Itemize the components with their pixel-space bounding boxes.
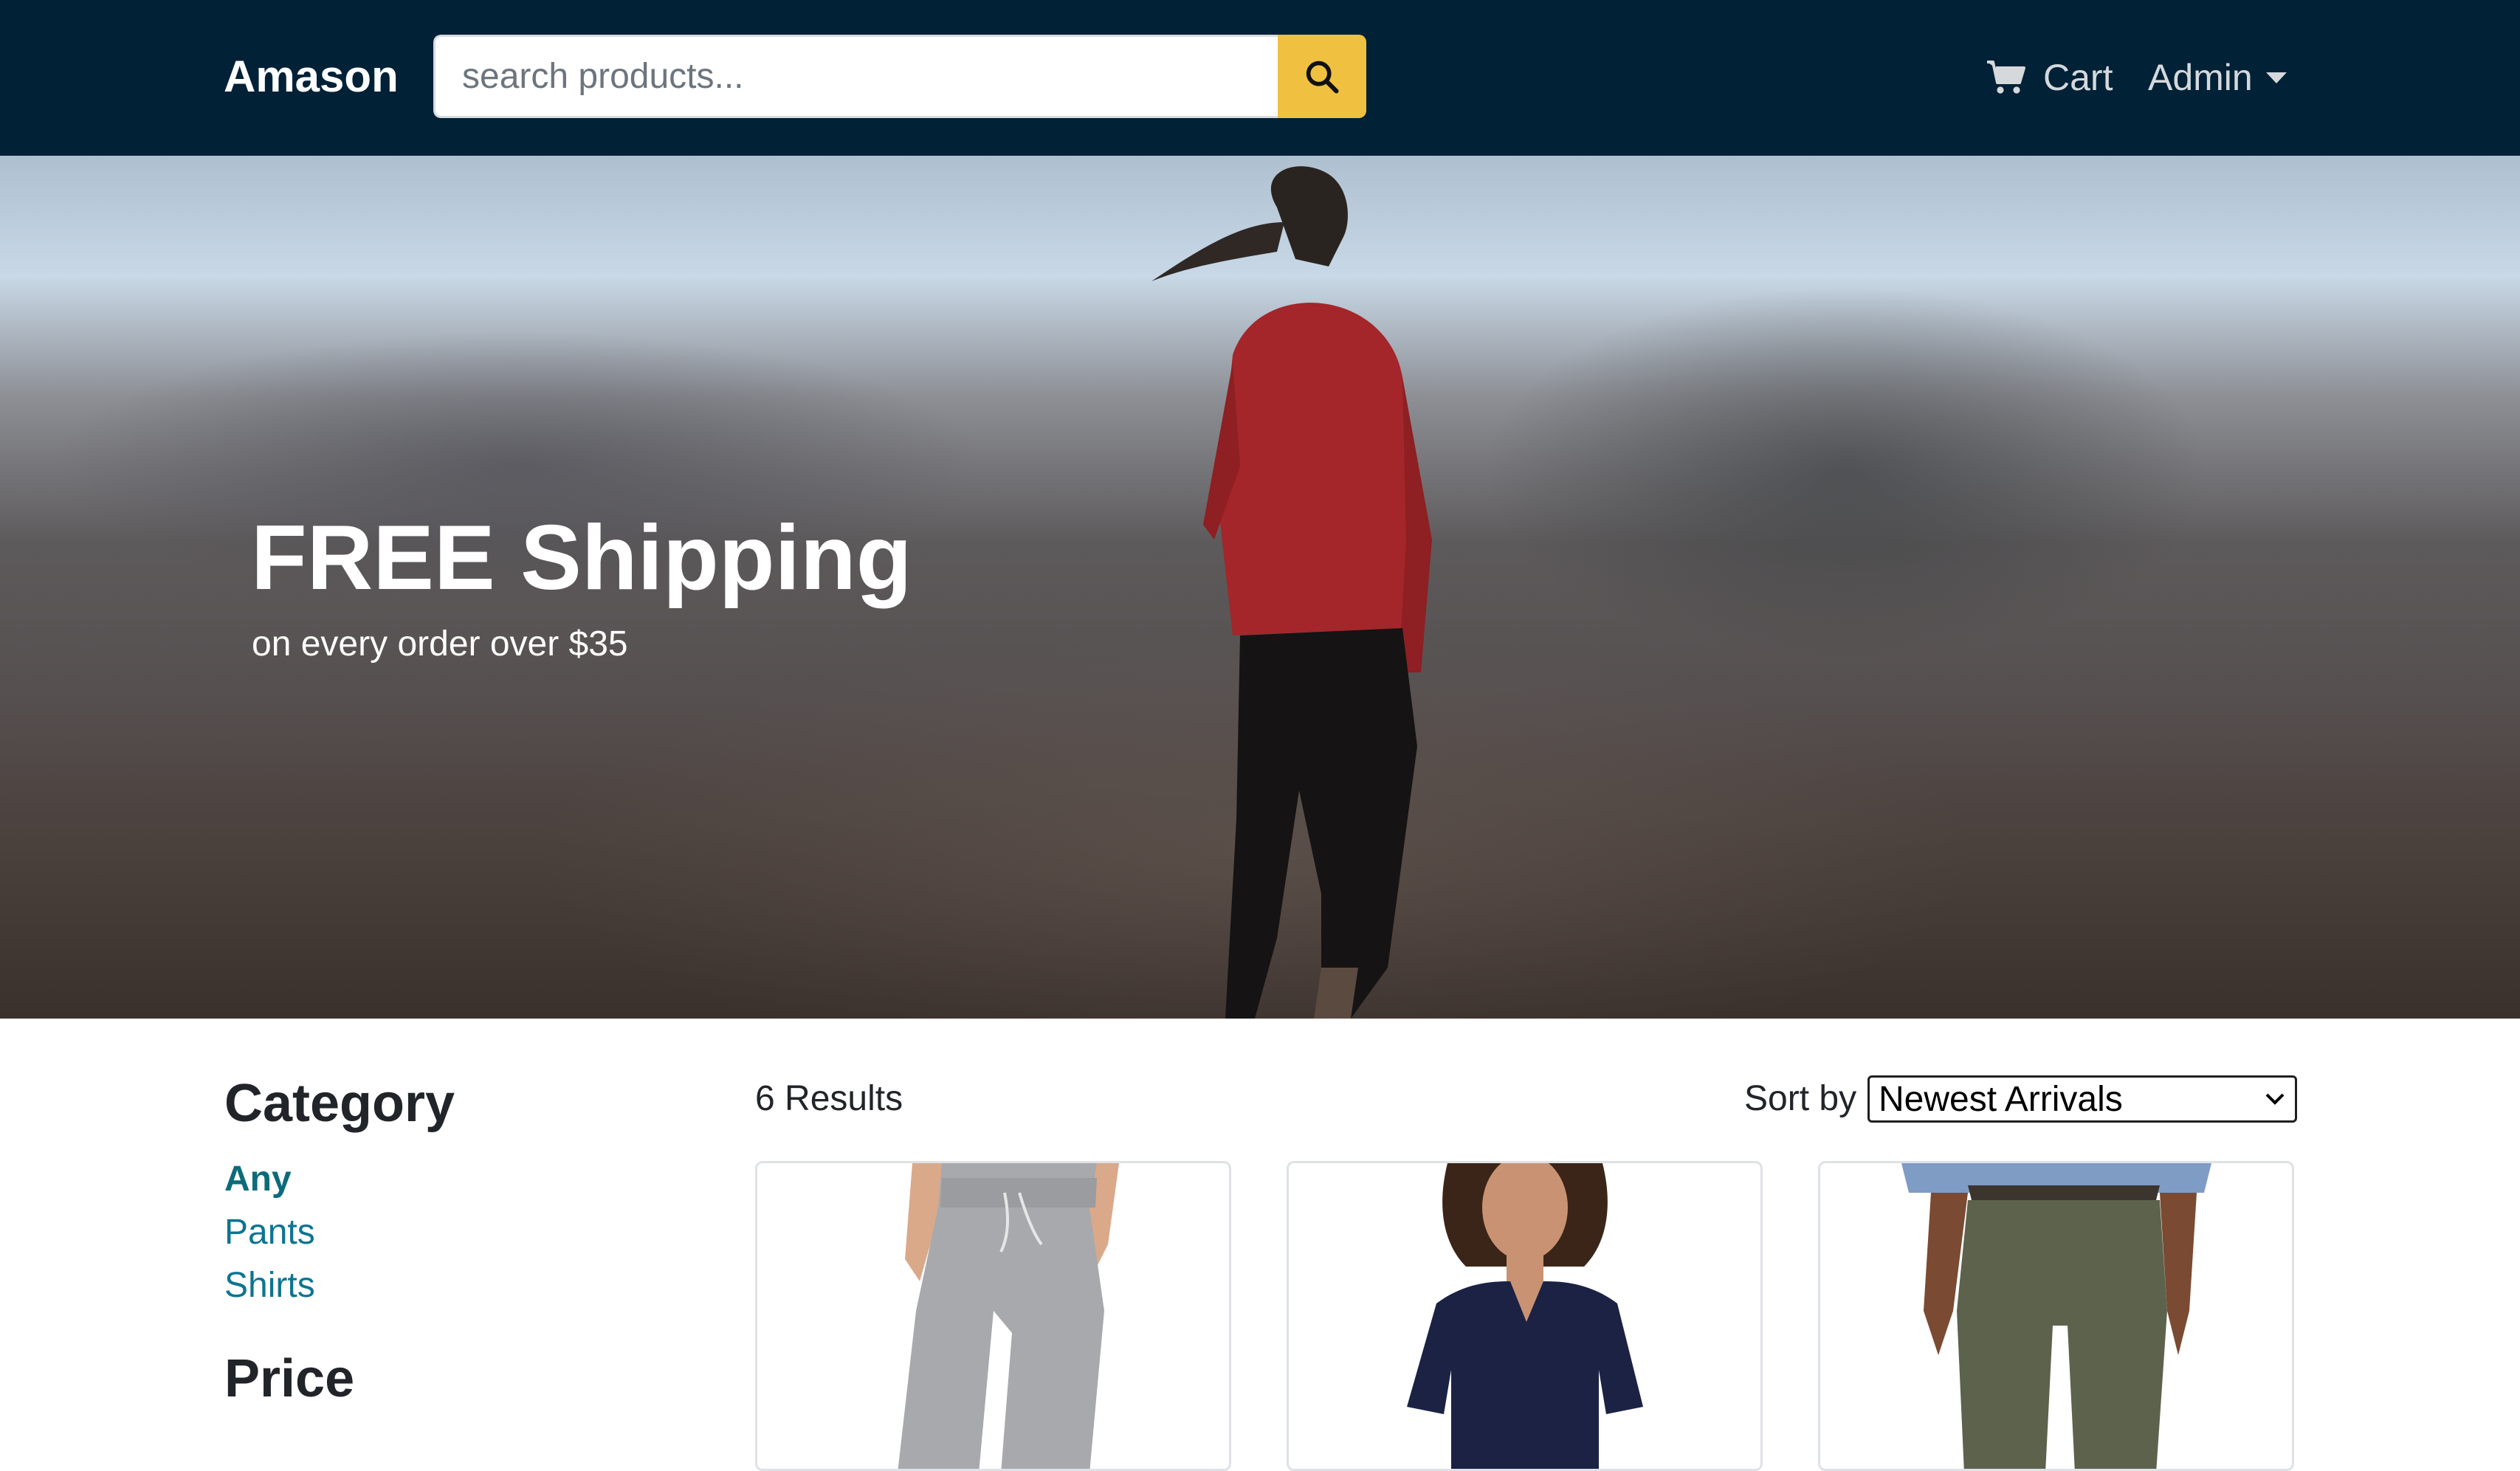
product-image-gray-joggers [898, 1163, 1119, 1469]
cart-icon [1987, 61, 2025, 94]
product-card[interactable] [1818, 1161, 2294, 1471]
category-link-shirts[interactable]: Shirts [224, 1262, 315, 1309]
results-count: 6 Results [755, 1079, 903, 1118]
cart-label: Cart [2043, 57, 2113, 98]
hero-title: FREE Shipping [251, 507, 912, 609]
product-card[interactable] [1287, 1161, 1763, 1471]
user-menu-label: Admin [2148, 57, 2253, 98]
category-heading: Category [224, 1074, 455, 1133]
chevron-down-icon [2265, 1093, 2285, 1105]
hero-banner: FREE Shipping on every order over $35 [0, 156, 2520, 1019]
caret-down-icon [2265, 72, 2287, 83]
search-icon [1306, 61, 1339, 94]
product-image-olive-chinos [1901, 1163, 2211, 1469]
user-menu-dropdown[interactable]: Admin [2148, 52, 2287, 103]
search-bar [433, 35, 1366, 118]
sort-selected-value: Newest Arrivals [1879, 1079, 2123, 1119]
product-image-navy-polo [1407, 1163, 1643, 1469]
price-heading: Price [224, 1349, 355, 1408]
top-navbar: Amason Cart Admin [0, 0, 2520, 156]
hero-subtitle: on every order over $35 [252, 624, 628, 664]
hero-runner-image [1151, 166, 1432, 1019]
category-link-any[interactable]: Any [224, 1156, 292, 1203]
search-input[interactable] [433, 35, 1278, 118]
search-button[interactable] [1278, 35, 1366, 118]
category-link-pants[interactable]: Pants [224, 1209, 315, 1256]
brand-logo[interactable]: Amason [224, 47, 399, 106]
sort-select[interactable]: Newest Arrivals [1867, 1075, 2297, 1123]
product-card[interactable] [755, 1161, 1231, 1471]
sort-label: Sort by [1744, 1079, 1857, 1118]
cart-link[interactable]: Cart [1986, 52, 2113, 103]
